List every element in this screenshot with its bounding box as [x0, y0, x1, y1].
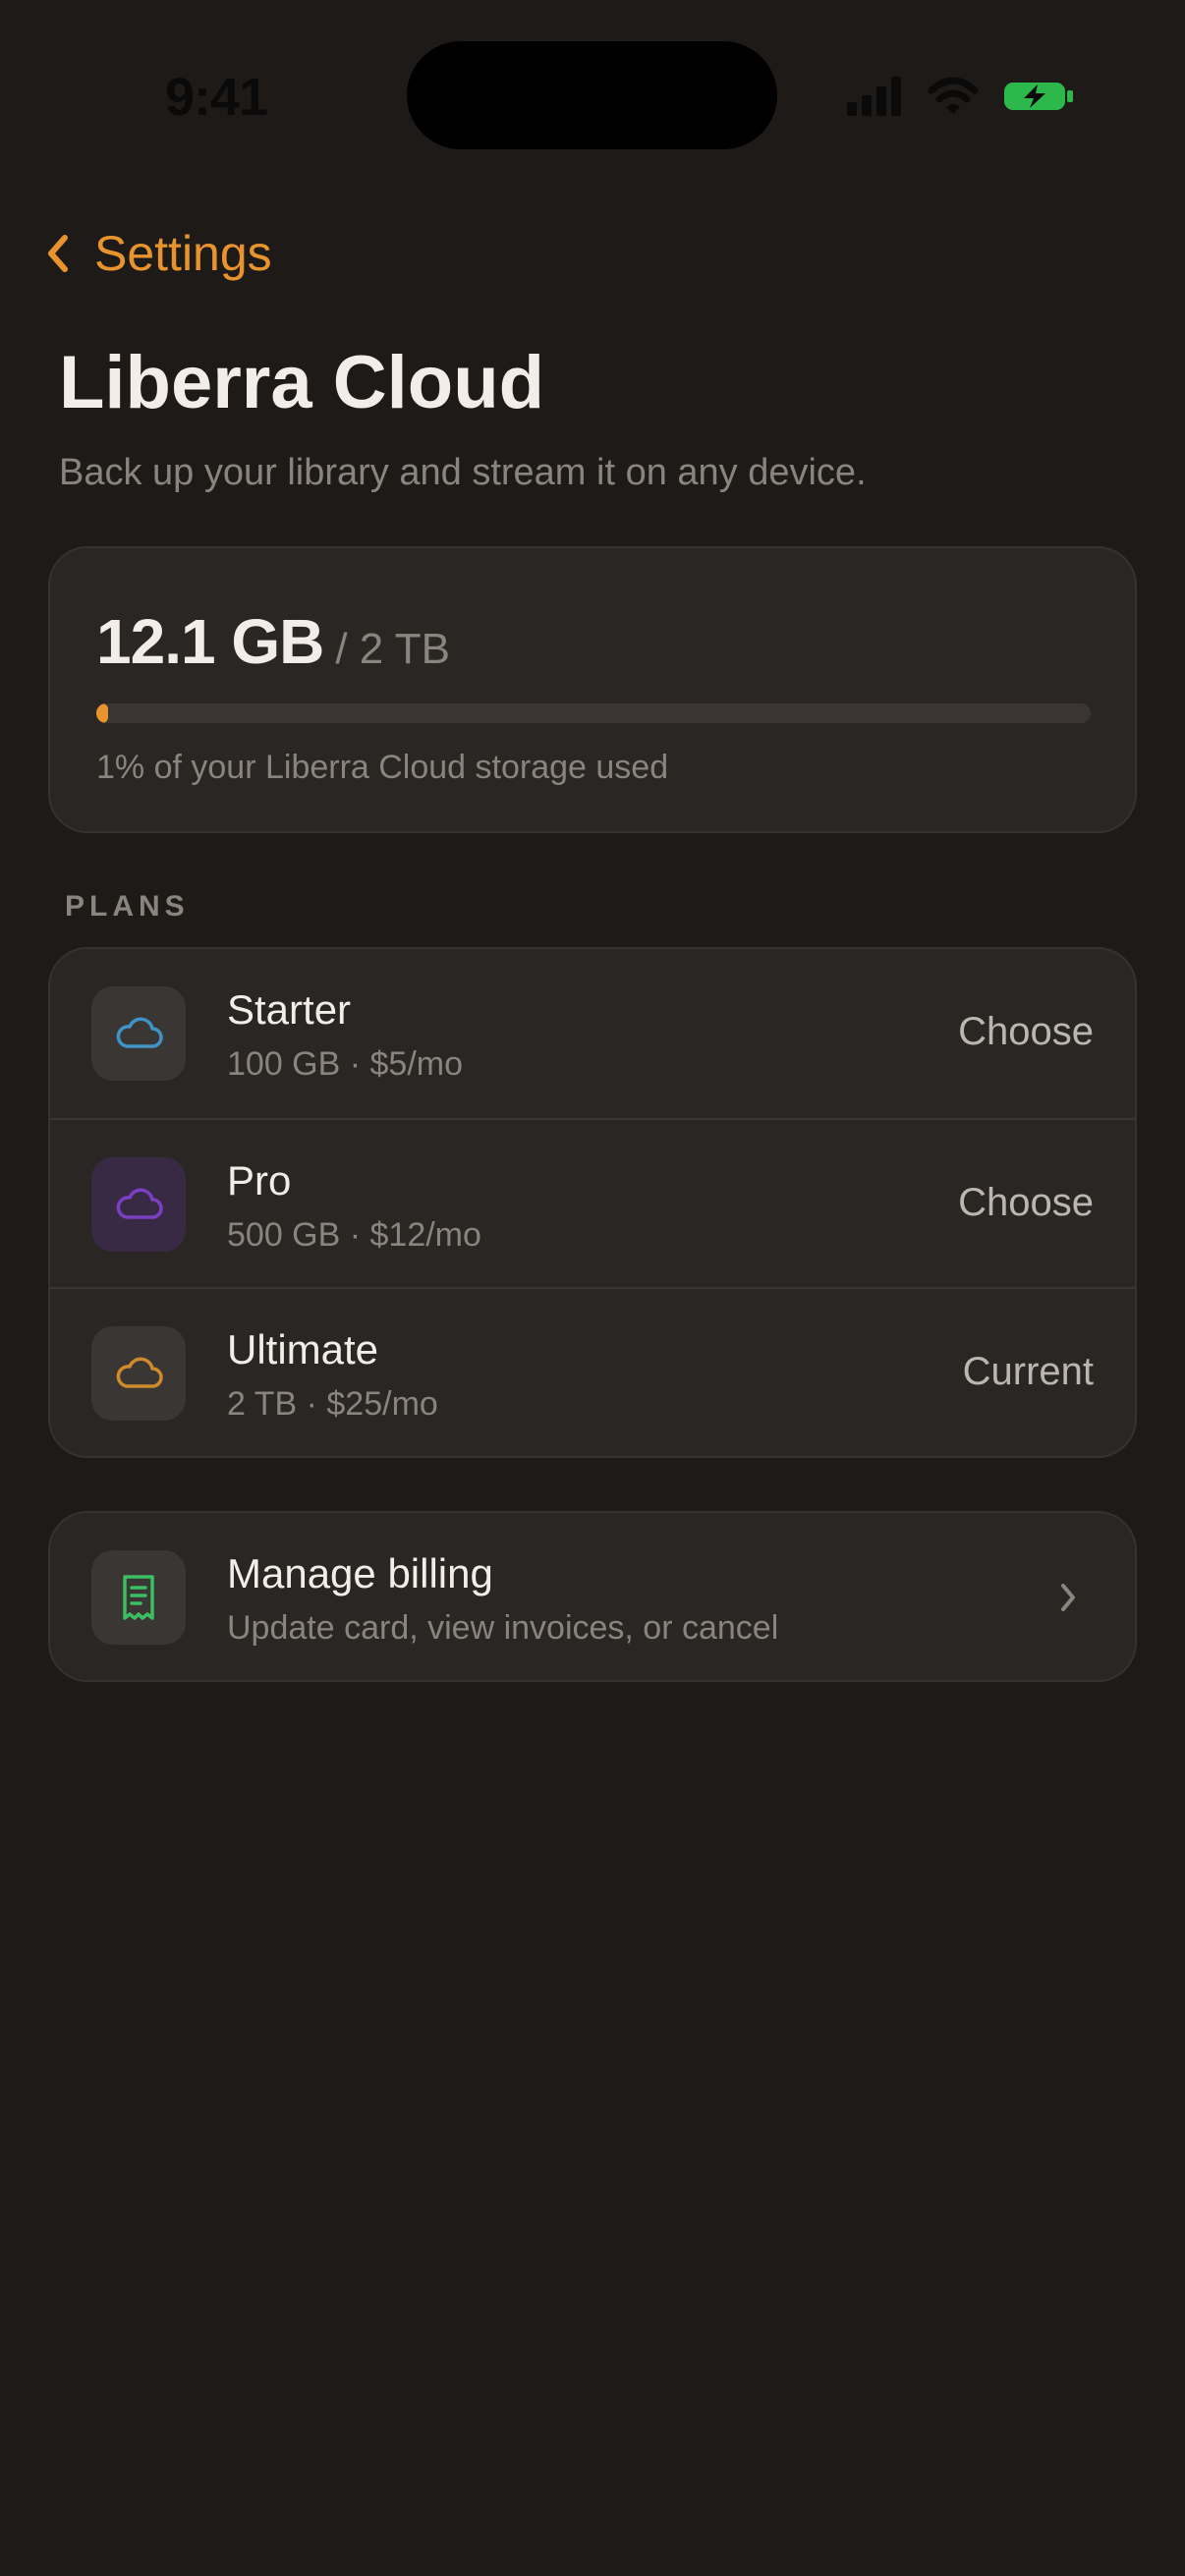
chevron-right-icon	[1061, 1584, 1075, 1611]
plans-list: Starter 100 GB · $5/mo Choose Pro 500 GB…	[48, 947, 1137, 1458]
dynamic-island	[407, 41, 777, 149]
choose-plan-button[interactable]: Choose	[958, 1181, 1094, 1225]
storage-caption: 1% of your Liberra Cloud storage used	[96, 749, 669, 786]
plan-detail: 2 TB · $25/mo	[227, 1385, 438, 1423]
current-plan-label: Current	[962, 1350, 1094, 1393]
page-title: Liberra Cloud	[59, 341, 545, 424]
battery-charging-icon	[1004, 83, 1073, 110]
plan-name: Pro	[227, 1157, 292, 1204]
storage-card: 12.1 GB / 2 TB 1% of your Liberra Cloud …	[48, 546, 1137, 833]
plan-icon-tile	[91, 986, 186, 1081]
back-button-label: Settings	[94, 226, 272, 281]
chevron-left-icon	[48, 235, 68, 272]
billing-subtitle: Update card, view invoices, or cancel	[227, 1609, 779, 1647]
cloud-icon	[116, 1017, 163, 1048]
plans-section-header: PLANS	[65, 890, 190, 923]
wifi-icon	[928, 77, 979, 114]
cellular-signal-icon	[847, 77, 901, 116]
plan-row-ultimate[interactable]: Ultimate 2 TB · $25/mo Current	[50, 1287, 1135, 1456]
page-subtitle: Back up your library and stream it on an…	[59, 452, 867, 493]
plan-row-starter[interactable]: Starter 100 GB · $5/mo Choose	[50, 949, 1135, 1118]
storage-progress-bar	[96, 703, 1091, 723]
cloud-icon	[116, 1188, 163, 1219]
plan-detail: 100 GB · $5/mo	[227, 1045, 464, 1083]
storage-total: / 2 TB	[335, 625, 450, 673]
billing-title: Manage billing	[227, 1550, 493, 1596]
storage-amount: 12.1 GB / 2 TB	[96, 605, 450, 678]
choose-plan-button[interactable]: Choose	[958, 1010, 1094, 1054]
plan-icon-tile	[91, 1157, 186, 1252]
storage-used: 12.1 GB	[96, 606, 324, 677]
status-icons	[847, 77, 1073, 116]
manage-billing-row[interactable]: Manage billing Update card, view invoice…	[48, 1511, 1137, 1682]
plan-icon-tile	[91, 1326, 186, 1421]
cloud-icon	[116, 1357, 163, 1388]
plan-name: Starter	[227, 986, 352, 1033]
plan-detail: 500 GB · $12/mo	[227, 1216, 481, 1254]
status-time: 9:41	[165, 68, 268, 127]
plan-name: Ultimate	[227, 1326, 379, 1372]
storage-progress-fill	[96, 703, 108, 723]
plan-row-pro[interactable]: Pro 500 GB · $12/mo Choose	[50, 1118, 1135, 1289]
back-button[interactable]: Settings	[43, 222, 272, 285]
receipt-icon	[123, 1575, 154, 1620]
billing-icon-tile	[91, 1550, 186, 1645]
